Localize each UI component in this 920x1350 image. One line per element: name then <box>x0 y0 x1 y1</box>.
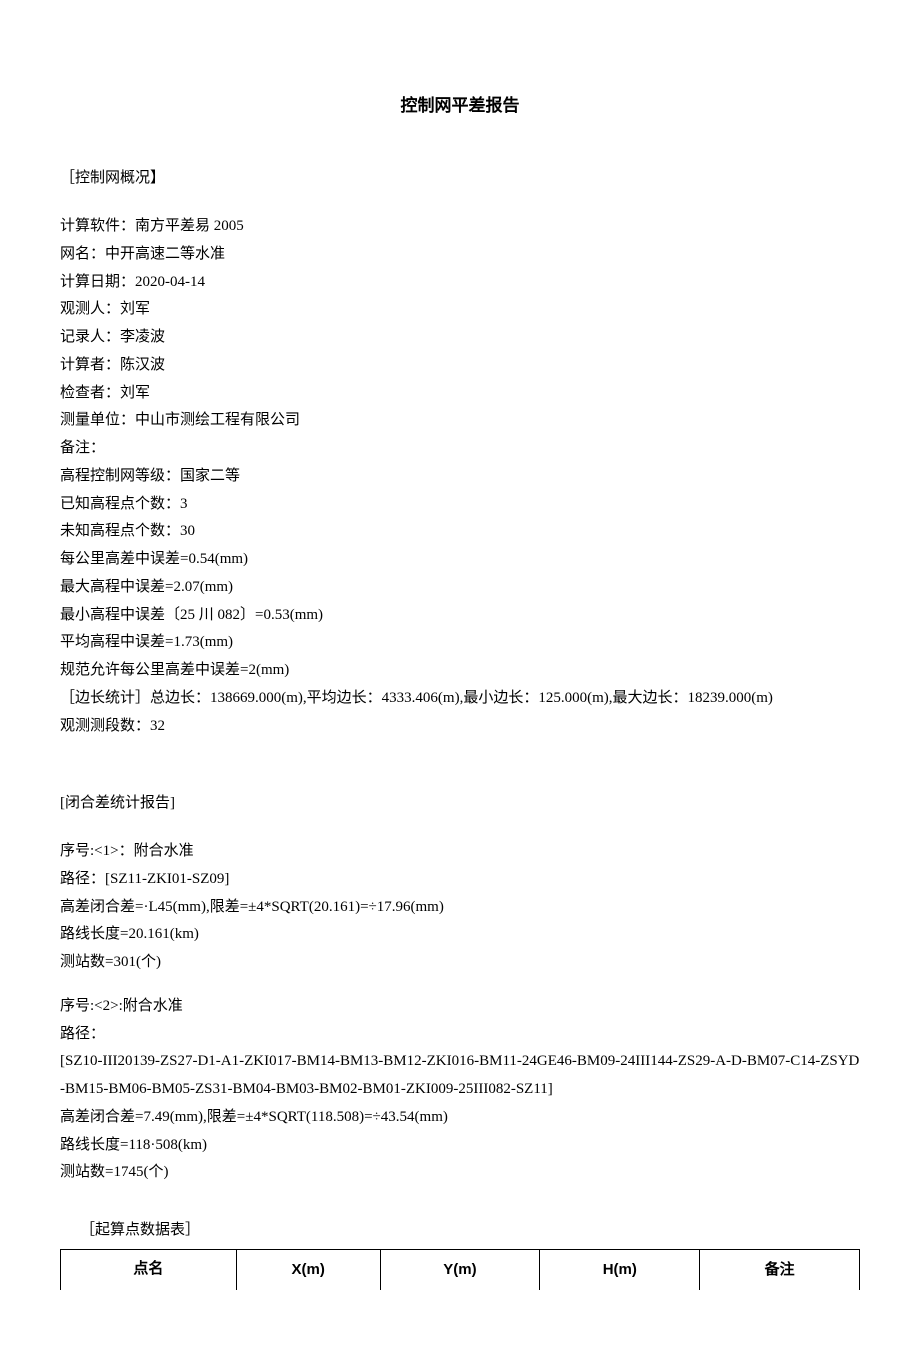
info-line: 计算软件：南方平差易 2005 <box>60 213 860 241</box>
info-line: 序号:<2>:附合水准 <box>60 993 860 1021</box>
info-line: 每公里高差中误差=0.54(mm) <box>60 546 860 574</box>
info-line: 序号:<1>：附合水准 <box>60 838 860 866</box>
info-line: 最大高程中误差=2.07(mm) <box>60 574 860 602</box>
info-line: 观测测段数：32 <box>60 713 860 741</box>
info-line: 未知高程点个数：30 <box>60 518 860 546</box>
info-line: 高程控制网等级：国家二等 <box>60 463 860 491</box>
section-closure-heading: [闭合差统计报告] <box>60 790 860 818</box>
info-line: 最小高程中误差〔25 川 082〕=0.53(mm) <box>60 602 860 630</box>
info-line: 测站数=1745(个) <box>60 1159 860 1187</box>
col-header-note: 备注 <box>700 1249 860 1289</box>
col-header-y: Y(m) <box>380 1249 540 1289</box>
info-line: 平均高程中误差=1.73(mm) <box>60 629 860 657</box>
section-overview-heading: ［控制网概况】 <box>60 165 860 193</box>
info-line: 路径： <box>60 1021 860 1049</box>
overview-block: 计算软件：南方平差易 2005 网名：中开高速二等水准 计算日期：2020-04… <box>60 213 860 740</box>
info-line: 备注： <box>60 435 860 463</box>
report-title: 控制网平差报告 <box>60 90 860 121</box>
info-line: 测量单位：中山市测绘工程有限公司 <box>60 407 860 435</box>
col-header-x: X(m) <box>236 1249 380 1289</box>
info-line: 测站数=301(个) <box>60 949 860 977</box>
info-line: 观测人：刘军 <box>60 296 860 324</box>
info-line: 高差闭合差=·L45(mm),限差=±4*SQRT(20.161)=÷17.96… <box>60 894 860 922</box>
info-line: 计算日期：2020-04-14 <box>60 269 860 297</box>
info-line: 记录人：李凌波 <box>60 324 860 352</box>
info-line: 路径：[SZ11-ZKI01-SZ09] <box>60 866 860 894</box>
info-line: 检查者：刘军 <box>60 380 860 408</box>
info-line: 规范允许每公里高差中误差=2(mm) <box>60 657 860 685</box>
col-header-name: 点名 <box>61 1249 237 1289</box>
info-line: 路线长度=20.161(km) <box>60 921 860 949</box>
info-line: 高差闭合差=7.49(mm),限差=±4*SQRT(118.508)=÷43.5… <box>60 1104 860 1132</box>
info-line: 网名：中开高速二等水准 <box>60 241 860 269</box>
origin-data-table: 点名 X(m) Y(m) H(m) 备注 <box>60 1249 860 1290</box>
closure-group-2: 序号:<2>:附合水准 路径： [SZ10-III20139-ZS27-D1-A… <box>60 993 860 1187</box>
col-header-h: H(m) <box>540 1249 700 1289</box>
table-header-row: 点名 X(m) Y(m) H(m) 备注 <box>61 1249 860 1289</box>
info-line: [SZ10-III20139-ZS27-D1-A1-ZKI017-BM14-BM… <box>60 1048 860 1104</box>
section-origin-table-heading: ［起算点数据表］ <box>60 1217 860 1245</box>
info-line: ［边长统计］总边长：138669.000(m),平均边长：4333.406(m)… <box>60 685 860 713</box>
info-line: 计算者：陈汉波 <box>60 352 860 380</box>
info-line: 路线长度=118·508(km) <box>60 1132 860 1160</box>
closure-group-1: 序号:<1>：附合水准 路径：[SZ11-ZKI01-SZ09] 高差闭合差=·… <box>60 838 860 977</box>
info-line: 已知高程点个数：3 <box>60 491 860 519</box>
